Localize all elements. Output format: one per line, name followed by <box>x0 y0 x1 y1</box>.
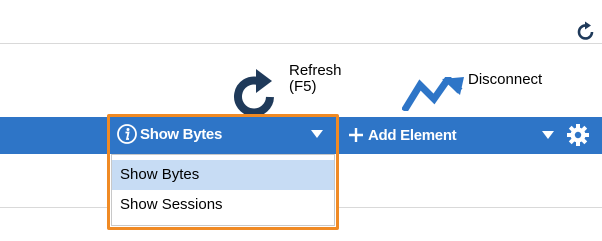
view-selector-label: Show Bytes <box>140 125 223 143</box>
view-selector-dropdown[interactable]: Show Bytes <box>110 117 335 151</box>
view-dropdown-list: Show Bytes Show Sessions <box>111 154 335 226</box>
refresh-icon <box>234 69 274 117</box>
divider <box>0 207 108 208</box>
dropdown-item-show-sessions[interactable]: Show Sessions <box>112 190 334 220</box>
gear-icon[interactable] <box>566 123 590 147</box>
chevron-down-icon <box>311 130 323 138</box>
refresh-icon[interactable] <box>574 20 598 44</box>
refresh-label: Refresh (F5) <box>289 62 342 95</box>
dropdown-item-show-bytes[interactable]: Show Bytes <box>112 160 334 190</box>
add-element-label: Add Element <box>368 126 457 144</box>
info-icon <box>117 124 137 144</box>
divider <box>338 207 602 208</box>
disconnect-icon <box>402 77 464 111</box>
divider <box>0 43 602 44</box>
add-element-button[interactable]: Add Element <box>348 124 457 146</box>
add-element-chevron-down-icon[interactable] <box>542 131 554 139</box>
disconnect-label: Disconnect <box>468 71 543 88</box>
plus-icon <box>349 128 363 142</box>
